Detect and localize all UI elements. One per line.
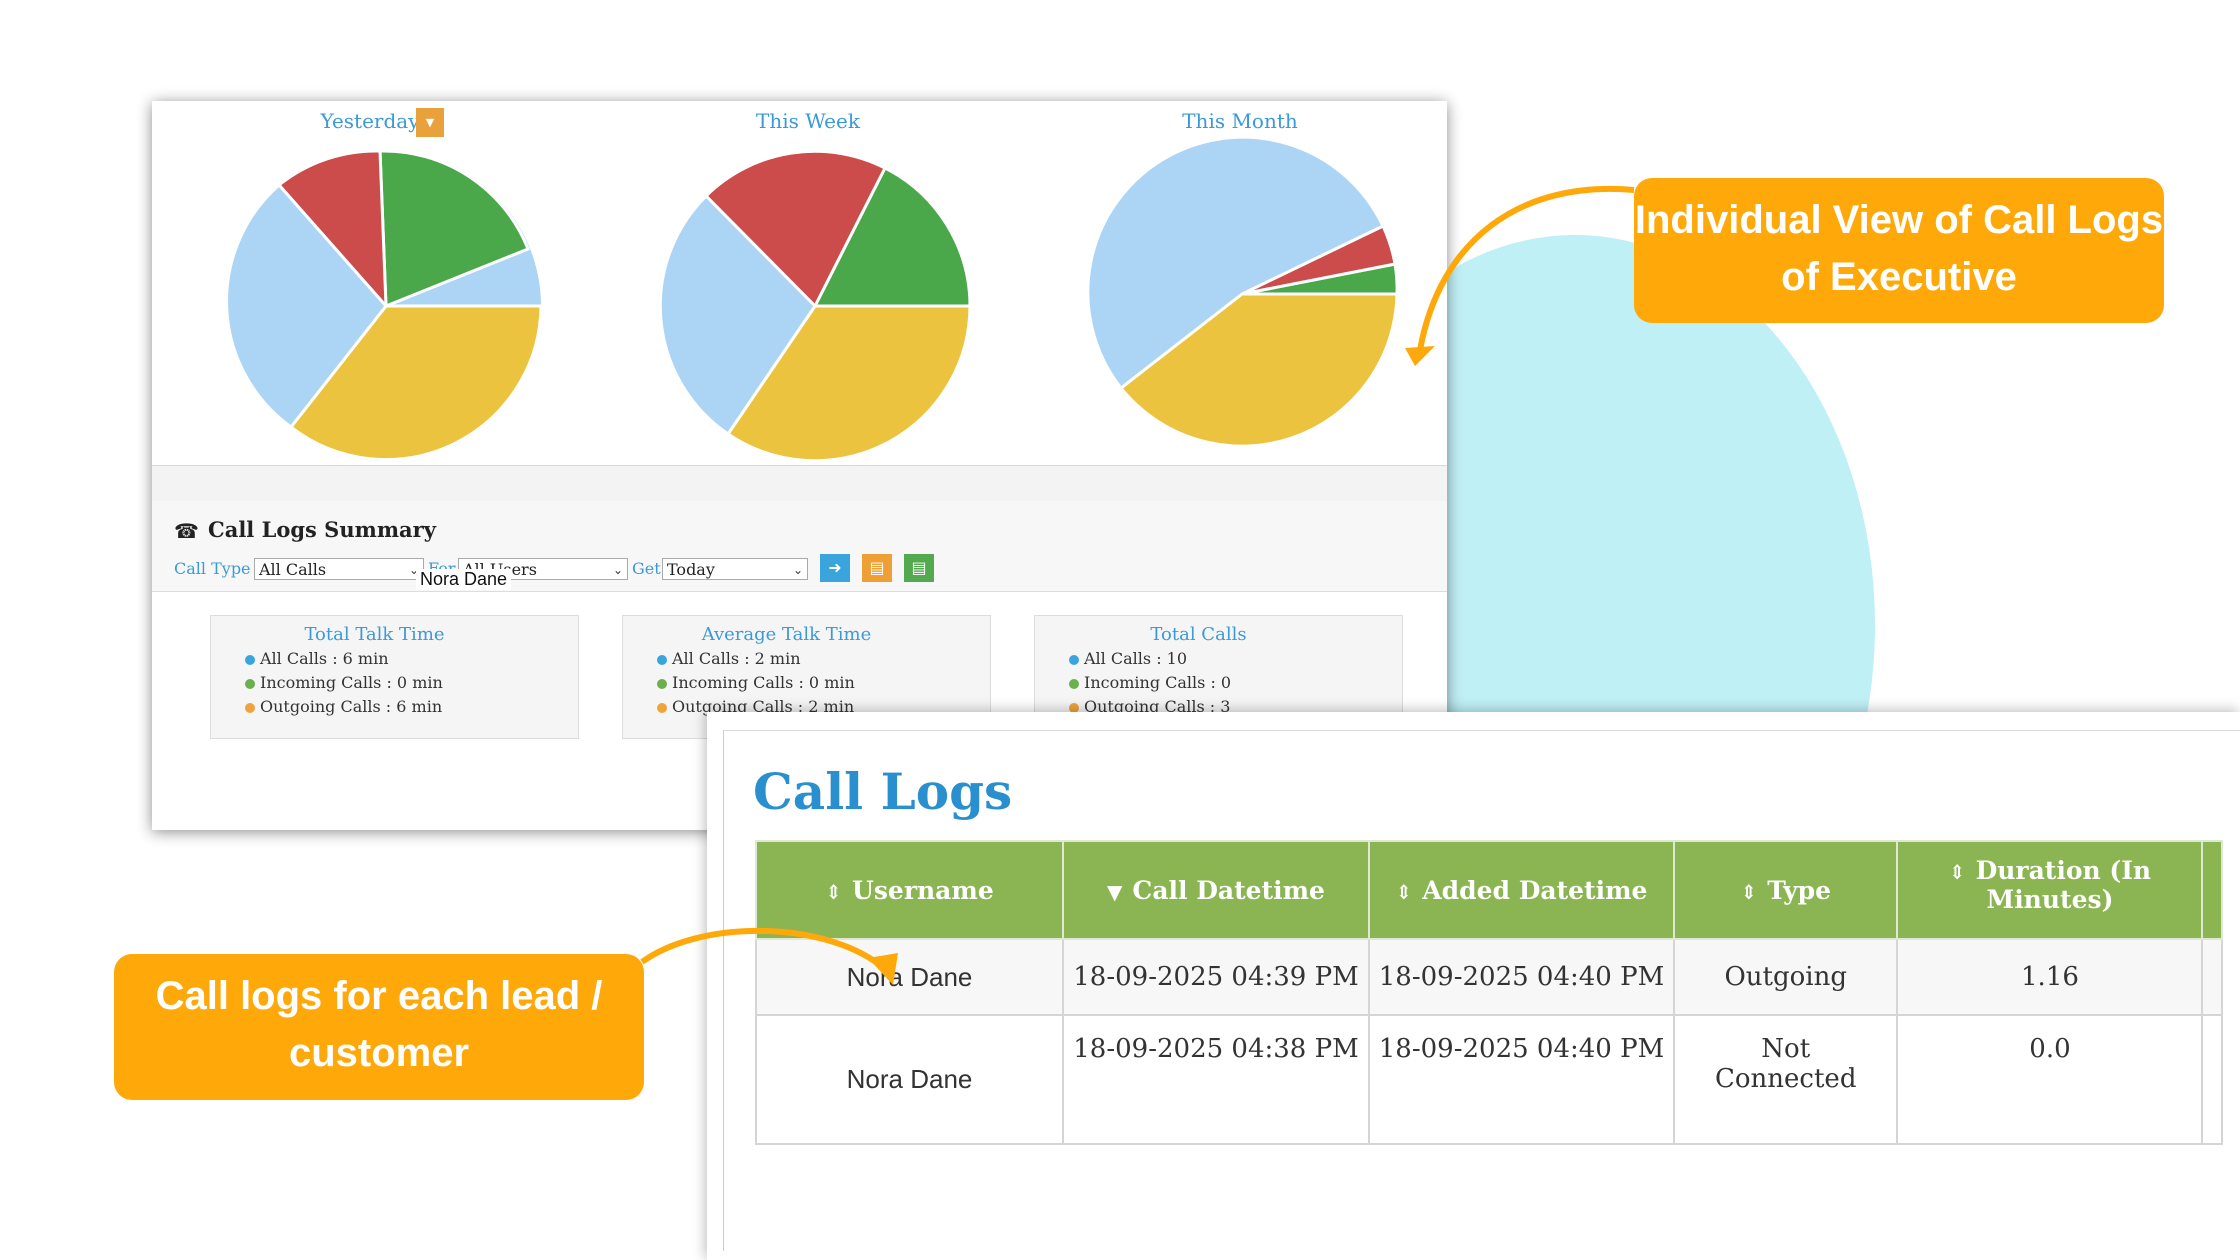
arrow-head-icon (1405, 346, 1435, 366)
arrow-to-monthly-chart (1417, 185, 1635, 351)
arrow-to-username (640, 927, 882, 968)
arrow-head-icon (868, 953, 898, 985)
annotation-arrows (640, 185, 1635, 985)
